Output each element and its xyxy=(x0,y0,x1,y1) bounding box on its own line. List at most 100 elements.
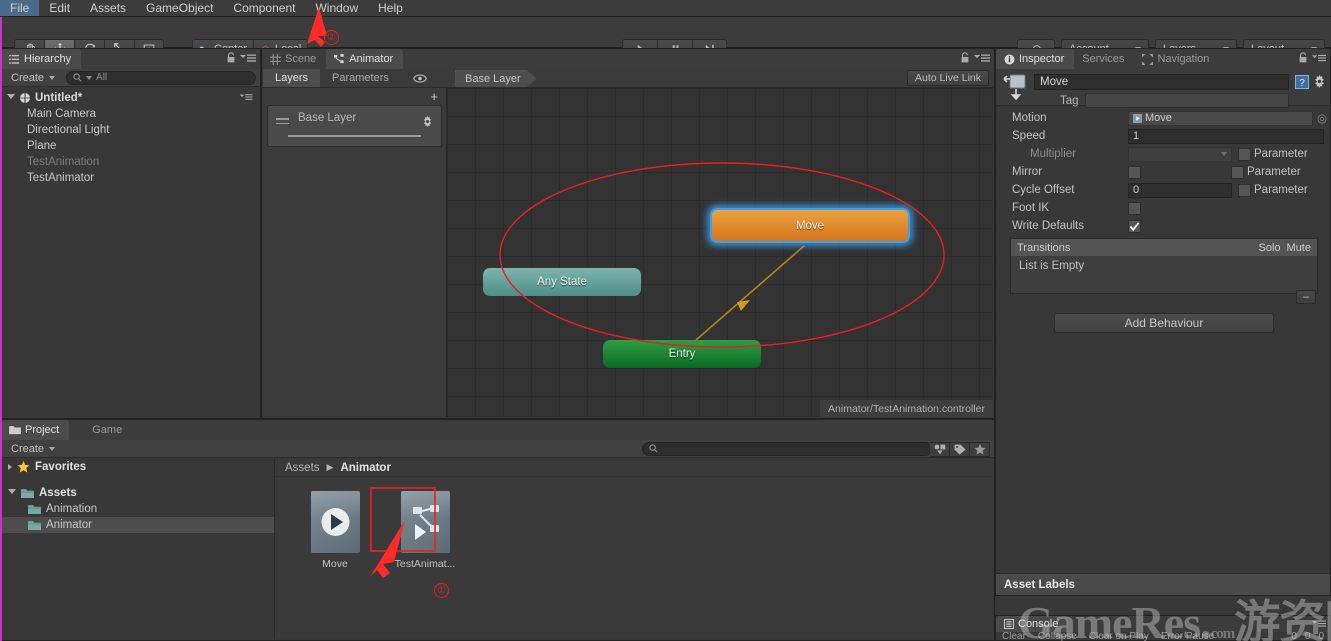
tab-services[interactable]: Services xyxy=(1074,49,1134,69)
favorite-icon[interactable] xyxy=(970,442,990,457)
multiplier-parameter-toggle[interactable]: Parameter xyxy=(1238,147,1308,161)
tab-hierarchy[interactable]: Hierarchy xyxy=(1,49,82,69)
breadcrumb-base-layer[interactable]: Base Layer xyxy=(455,70,537,87)
animator-state-graph[interactable]: Any State Entry Move xyxy=(447,88,993,417)
asset-item-testanimator[interactable]: TestAnimat... xyxy=(393,491,457,570)
console-collapse-button[interactable]: Collapse xyxy=(1038,632,1077,641)
menu-item-gameobject[interactable]: GameObject xyxy=(136,0,223,16)
menu-item-assets[interactable]: Assets xyxy=(80,0,136,16)
breadcrumb-assets[interactable]: Assets xyxy=(285,462,320,474)
hierarchy-item-testanimator[interactable]: TestAnimator xyxy=(1,170,260,186)
mirror-checkbox[interactable] xyxy=(1128,165,1141,179)
lock-icon[interactable] xyxy=(226,52,236,64)
state-node-any-state[interactable]: Any State xyxy=(483,268,641,296)
animator-eye-toggle[interactable] xyxy=(401,69,439,87)
write-defaults-checkbox[interactable] xyxy=(1128,219,1141,233)
console-warning-count[interactable]: 0 xyxy=(1305,632,1311,641)
console-error-pause-button[interactable]: Error Pause xyxy=(1161,632,1214,641)
layer-item-base-layer[interactable]: Base Layer xyxy=(267,105,442,147)
speed-input[interactable]: 1 xyxy=(1128,128,1324,144)
tab-navigation[interactable]: Navigation xyxy=(1134,49,1219,69)
menu-item-edit[interactable]: Edit xyxy=(39,0,80,16)
panel-menu-icon[interactable] xyxy=(238,93,254,101)
cycle-offset-parameter-toggle[interactable]: Parameter xyxy=(1238,183,1308,197)
checkbox[interactable] xyxy=(1238,183,1251,197)
chevron-right-icon[interactable] xyxy=(8,464,12,470)
foot-ik-checkbox[interactable] xyxy=(1128,201,1141,215)
hierarchy-item-plane[interactable]: Plane xyxy=(1,138,260,154)
add-behaviour-button[interactable]: Add Behaviour xyxy=(1054,313,1274,333)
checkbox[interactable] xyxy=(1238,147,1251,161)
hierarchy-create-button[interactable]: Create xyxy=(5,70,61,85)
checkbox[interactable] xyxy=(1231,165,1244,179)
panel-menu-icon[interactable] xyxy=(1312,53,1326,63)
chevron-down-icon[interactable] xyxy=(8,489,16,497)
asset-labels-bar[interactable]: Asset Labels xyxy=(996,573,1330,595)
hierarchy-scene-row[interactable]: Untitled* xyxy=(1,90,260,106)
parameter-label: Parameter xyxy=(1254,184,1308,196)
inspector-object-icon xyxy=(1002,74,1028,105)
object-name-input[interactable]: Move xyxy=(1034,74,1289,90)
tab-inspector[interactable]: Inspector xyxy=(996,49,1075,69)
state-node-move[interactable]: Move xyxy=(710,208,910,243)
mirror-parameter-toggle[interactable]: Parameter xyxy=(1231,165,1301,179)
inspector-tab-actions xyxy=(1298,52,1326,64)
project-tree-animator[interactable]: Animator xyxy=(2,517,274,533)
project-search-input[interactable] xyxy=(642,441,932,456)
transitions-mute-label: Mute xyxy=(1286,241,1311,254)
layer-weight-slider[interactable] xyxy=(288,135,421,137)
tab-hierarchy-label: Hierarchy xyxy=(24,53,72,65)
project-tree-assets[interactable]: Assets xyxy=(2,485,274,501)
console-error-count[interactable]: 0 xyxy=(1291,632,1297,641)
asset-item-move[interactable]: Move xyxy=(303,491,367,570)
panel-menu-icon[interactable] xyxy=(240,53,256,63)
tab-console[interactable]: Console xyxy=(996,616,1069,632)
filter-by-label-icon[interactable] xyxy=(950,442,970,457)
property-row-write-defaults: Write Defaults xyxy=(996,217,1330,235)
object-picker-icon[interactable]: ◎ xyxy=(1317,111,1327,125)
hierarchy-item-main-camera[interactable]: Main Camera xyxy=(1,106,260,122)
drag-handle-icon[interactable] xyxy=(276,118,289,127)
tab-animator[interactable]: Animator xyxy=(326,49,404,69)
hierarchy-item-directional-light[interactable]: Directional Light xyxy=(1,122,260,138)
state-node-entry[interactable]: Entry xyxy=(603,340,761,368)
menu-item-window[interactable]: Window xyxy=(305,0,368,16)
console-clear-on-play-button[interactable]: Clear on Play xyxy=(1089,632,1149,641)
chevron-down-icon[interactable] xyxy=(7,94,15,102)
hierarchy-item-label: TestAnimator xyxy=(27,172,95,184)
hierarchy-item-testanimation[interactable]: TestAnimation xyxy=(1,154,260,170)
project-create-button[interactable]: Create xyxy=(5,441,61,456)
subtab-parameters[interactable]: Parameters xyxy=(320,69,401,87)
breadcrumb-animator[interactable]: Animator xyxy=(340,462,390,474)
tab-game[interactable]: Game xyxy=(69,420,132,440)
menu-item-component[interactable]: Component xyxy=(223,0,305,16)
cycle-offset-input[interactable]: 0 xyxy=(1128,182,1232,198)
auto-live-link-button[interactable]: Auto Live Link xyxy=(907,70,989,86)
project-tree-favorites[interactable]: Favorites xyxy=(2,459,274,475)
animator-panel: Scene Animator Layers Parameters Base La… xyxy=(261,48,995,419)
add-layer-button[interactable]: + xyxy=(263,88,446,105)
subtab-layers[interactable]: Layers xyxy=(263,69,321,87)
console-clear-button[interactable]: Clear xyxy=(1002,632,1026,641)
hierarchy-search-input[interactable]: All xyxy=(66,70,256,85)
remove-transition-button[interactable]: – xyxy=(1296,290,1316,304)
multiplier-dropdown[interactable] xyxy=(1128,146,1232,162)
gear-icon[interactable] xyxy=(1313,75,1326,88)
add-behaviour-label: Add Behaviour xyxy=(1124,316,1204,330)
tab-project[interactable]: Project xyxy=(1,420,70,440)
help-icon[interactable]: ? xyxy=(1295,75,1309,89)
motion-object-field[interactable]: Move xyxy=(1128,110,1313,126)
menu-item-file[interactable]: File xyxy=(0,0,40,16)
project-tree-animation[interactable]: Animation xyxy=(2,501,274,517)
lock-icon[interactable] xyxy=(960,52,970,64)
gear-icon[interactable] xyxy=(422,116,433,130)
panel-menu-icon[interactable] xyxy=(974,53,990,63)
folder-icon xyxy=(28,504,41,514)
filter-by-type-icon[interactable] xyxy=(930,442,950,457)
menu-item-help[interactable]: Help xyxy=(368,0,413,16)
tag-input[interactable] xyxy=(1084,93,1289,108)
lock-icon[interactable] xyxy=(1298,52,1308,64)
tab-scene[interactable]: Scene xyxy=(262,49,326,69)
console-tab-menu[interactable] xyxy=(1312,619,1326,631)
console-info-count[interactable]: 0 xyxy=(1318,632,1324,641)
